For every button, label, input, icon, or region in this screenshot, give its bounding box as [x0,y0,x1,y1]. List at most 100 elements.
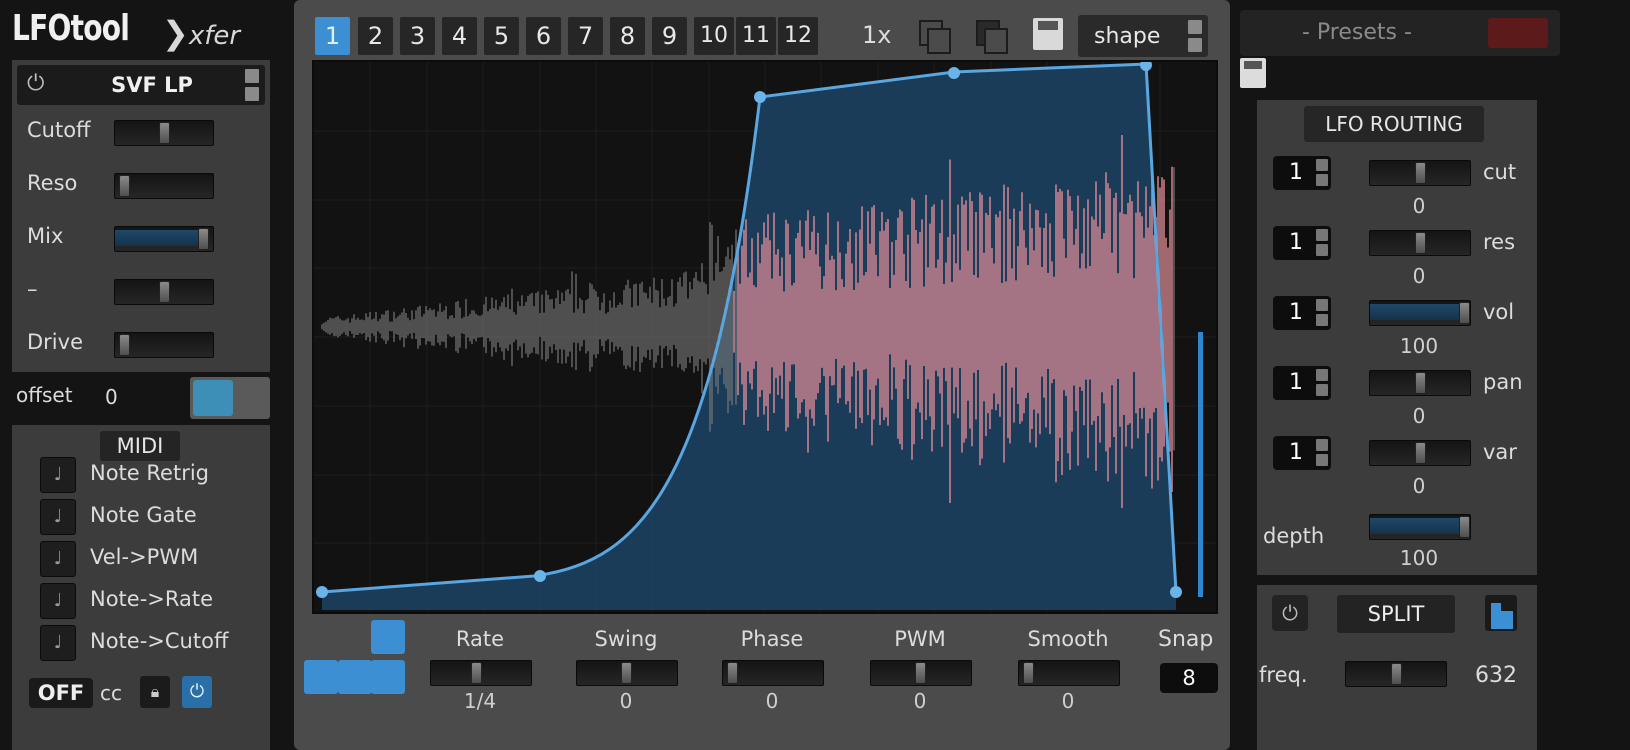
depth-value: 100 [1399,546,1439,570]
filter-type[interactable]: SVF LP [77,73,227,97]
midi-note-checkbox-icon[interactable]: ♩ [40,499,76,535]
freq-slider[interactable] [1345,661,1447,687]
pattern-tab-2[interactable]: 2 [358,17,393,55]
routing-vol-knob[interactable] [1459,302,1470,324]
routing-vol-source[interactable]: 1 [1273,296,1331,330]
routing-pan-label: pan [1483,370,1523,394]
grid-button-3[interactable] [371,660,405,694]
routing-res-source[interactable]: 1 [1273,226,1331,260]
routing-vol-arrows[interactable] [1316,299,1328,327]
snap-value[interactable]: 8 [1160,663,1218,693]
depth-slider-knob[interactable] [1459,516,1470,538]
filter-type-arrows[interactable] [245,69,259,101]
rate-slider[interactable] [430,660,532,686]
routing-res-slider[interactable] [1369,230,1471,256]
pattern-tab-1[interactable]: 1 [315,17,350,55]
routing-pan-source[interactable]: 1 [1273,366,1331,400]
routing-pan-arrows[interactable] [1316,369,1328,397]
routing-cut-arrows[interactable] [1316,159,1328,187]
routing-pan-slider[interactable] [1369,370,1471,396]
midi-note-checkbox-icon[interactable]: ♩ [40,457,76,493]
pattern-tab-5[interactable]: 5 [484,17,519,55]
grid-button-1[interactable] [304,660,338,694]
pattern-tab-7[interactable]: 7 [568,17,603,55]
routing-res-label: res [1483,230,1516,254]
midi-option[interactable]: ♩ Note Retrig [40,457,268,493]
pattern-tab-10[interactable]: 10 [694,17,734,55]
routing-res-source-value: 1 [1289,230,1303,255]
split-button[interactable]: SPLIT [1337,595,1455,633]
pattern-tab-6[interactable]: 6 [526,17,561,55]
pwm-slider-knob[interactable] [915,662,926,684]
phase-slider[interactable] [722,660,824,686]
preset-save-icon[interactable] [1240,58,1266,88]
envelope-point[interactable] [316,586,328,598]
multiplier-label[interactable]: 1x [862,21,891,49]
pattern-tab-8[interactable]: 8 [610,17,645,55]
freq-slider-knob[interactable] [1391,663,1402,685]
pattern-tab-4[interactable]: 4 [442,17,477,55]
filter-extra-knob[interactable] [159,281,170,303]
routing-var-knob[interactable] [1415,442,1426,464]
grid-button-2[interactable] [338,660,372,694]
presets-indicator[interactable] [1488,18,1548,48]
filter-drive-knob[interactable] [119,334,130,356]
pattern-tab-12[interactable]: 12 [778,17,818,55]
midi-option[interactable]: ♩ Note->Cutoff [40,625,268,661]
grid-button-4[interactable] [371,620,405,654]
midi-note-checkbox-icon[interactable]: ♩ [40,541,76,577]
envelope-point[interactable] [534,570,546,582]
swing-slider-knob[interactable] [621,662,632,684]
split-mode-icon[interactable] [1485,595,1517,631]
pattern-tab-9[interactable]: 9 [652,17,687,55]
depth-slider[interactable] [1369,514,1471,540]
routing-cut-knob[interactable] [1415,162,1426,184]
cc-toggle[interactable]: OFF [29,678,93,708]
routing-var-slider[interactable] [1369,440,1471,466]
filter-drive-slider[interactable] [114,332,214,358]
routing-cut-source[interactable]: 1 [1273,156,1331,190]
pattern-tab-3[interactable]: 3 [400,17,435,55]
filter-cutoff-knob[interactable] [159,122,170,144]
smooth-slider[interactable] [1018,660,1120,686]
envelope-point[interactable] [754,91,766,103]
filter-cutoff-slider[interactable] [114,120,214,146]
shape-select[interactable]: shape [1078,15,1208,57]
envelope-point[interactable] [948,67,960,79]
midi-note-checkbox-icon[interactable]: ♩ [40,625,76,661]
save-icon[interactable] [1033,18,1063,50]
midi-option[interactable]: ♩ Note Gate [40,499,268,535]
midi-option[interactable]: ♩ Note->Rate [40,583,268,619]
routing-pan-knob[interactable] [1415,372,1426,394]
filter-mix-knob[interactable] [198,228,209,250]
lfo-editor-canvas[interactable] [314,62,1216,612]
paste-icon[interactable] [972,18,1008,54]
envelope-point[interactable] [1170,586,1182,598]
pattern-tab-11[interactable]: 11 [736,17,776,55]
routing-var-arrows[interactable] [1316,439,1328,467]
phase-slider-knob[interactable] [727,662,738,684]
midi-learn-icon[interactable]: ⏻ [182,676,212,708]
filter-reso-slider[interactable] [114,173,214,199]
lfo-editor[interactable] [312,60,1218,614]
swing-slider[interactable] [576,660,678,686]
routing-vol-slider[interactable] [1369,300,1471,326]
filter-power-icon[interactable]: ⏻ [27,71,44,96]
presets-label[interactable]: - Presets - [1302,20,1412,45]
filter-mix-slider[interactable] [114,226,214,252]
midi-note-checkbox-icon[interactable]: ♩ [40,583,76,619]
smooth-slider-knob[interactable] [1023,662,1034,684]
routing-cut-slider[interactable] [1369,160,1471,186]
lock-icon[interactable]: 🔒︎ [140,676,170,708]
routing-res-arrows[interactable] [1316,229,1328,257]
midi-option[interactable]: ♩ Vel->PWM [40,541,268,577]
routing-res-knob[interactable] [1415,232,1426,254]
copy-icon[interactable] [915,18,951,54]
pwm-slider[interactable] [870,660,972,686]
routing-var-source[interactable]: 1 [1273,436,1331,470]
split-power-icon[interactable]: ⏻ [1272,595,1308,631]
filter-reso-knob[interactable] [119,175,130,197]
offset-toggle[interactable] [190,377,270,419]
rate-slider-knob[interactable] [471,662,482,684]
filter-extra-slider[interactable] [114,279,214,305]
